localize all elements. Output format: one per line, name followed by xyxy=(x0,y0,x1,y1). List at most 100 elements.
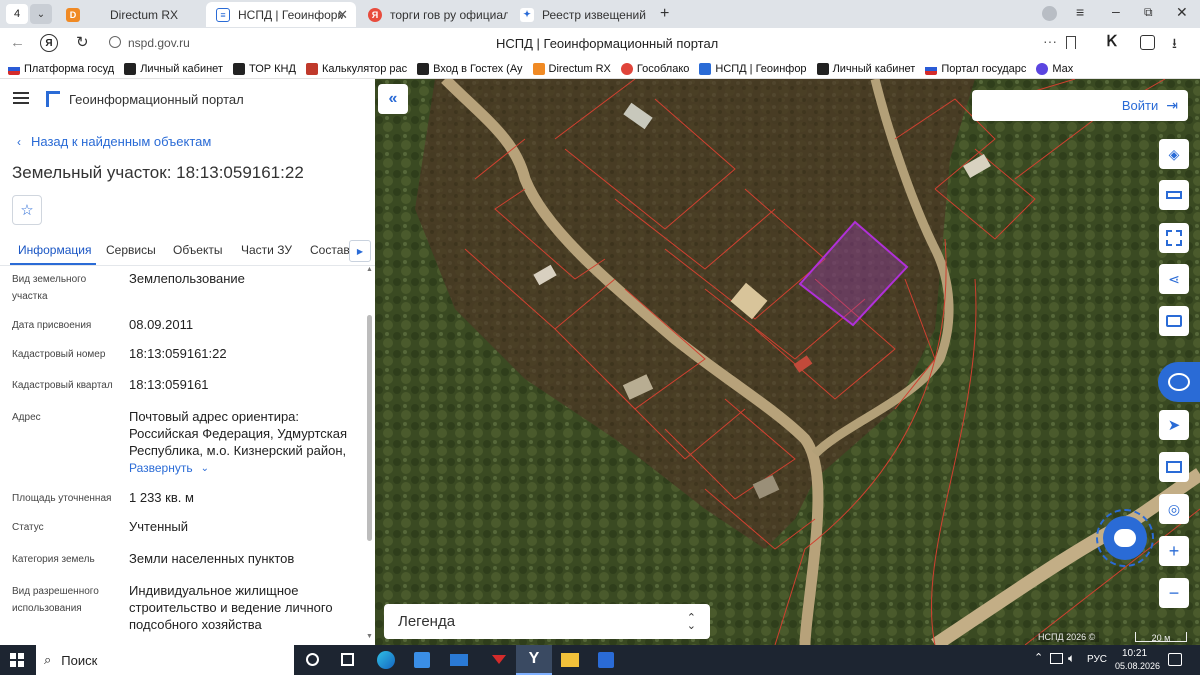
page-title: НСПД | Геоинформационный портал xyxy=(496,36,719,51)
chat-button[interactable] xyxy=(1096,509,1154,567)
print-button[interactable] xyxy=(1159,306,1189,336)
tab-composition[interactable]: Состав xyxy=(310,243,350,257)
scroll-up-arrow[interactable]: ▲ xyxy=(366,266,373,273)
tab-information[interactable]: Информация xyxy=(18,243,91,257)
tab-directum[interactable]: D Directum RX xyxy=(56,2,202,27)
yandex-browser-task[interactable]: Y xyxy=(516,645,552,675)
bookmark-item[interactable]: Directum RX xyxy=(532,62,611,75)
taskbar-search[interactable]: ⌕ Поиск xyxy=(36,645,294,675)
chevron-down-icon: ⌄ xyxy=(200,462,209,474)
clock-time[interactable]: 10:21 xyxy=(1122,648,1147,659)
more-icon[interactable]: ··· xyxy=(1043,33,1057,49)
bookmark-item[interactable]: Гособлако xyxy=(620,62,689,75)
zoom-in-button[interactable]: + xyxy=(1159,536,1189,566)
tab-torgi[interactable]: Я торги гов ру официальн xyxy=(358,2,508,27)
legend-dropdown[interactable]: Легенда ⌃ ⌄ xyxy=(384,604,710,639)
new-tab-icon[interactable]: + xyxy=(660,5,669,23)
explorer-icon[interactable] xyxy=(561,653,579,667)
edge-icon[interactable] xyxy=(377,651,395,669)
menu-icon[interactable]: ≡ xyxy=(1076,4,1084,20)
address-value: Почтовый адрес ориентира: Российская Фед… xyxy=(129,409,348,458)
clock-date[interactable]: 05.08.2026 xyxy=(1115,661,1160,671)
satellite-map[interactable] xyxy=(375,79,1200,645)
tab-nspd[interactable]: ≡ НСПД | Геоинформаци ✕ xyxy=(206,2,356,27)
scrollbar-thumb[interactable] xyxy=(367,315,372,541)
bookmark-item[interactable]: Личный кабинет xyxy=(816,62,915,75)
cortana-icon[interactable] xyxy=(306,653,319,666)
bookmark-item[interactable]: Платформа госуд xyxy=(8,62,114,75)
tray-chevron-icon[interactable]: ⌃ xyxy=(1034,651,1043,664)
reload-icon[interactable]: ↻ xyxy=(76,33,89,51)
tab-objects[interactable]: Объекты xyxy=(173,243,223,257)
bookmark-item[interactable]: Портал государс xyxy=(925,62,1026,75)
emblem-icon: ✦ xyxy=(520,7,534,22)
chevron-left-icon: ‹ xyxy=(17,134,21,149)
minimap-icon xyxy=(1166,461,1182,473)
bookmark-item[interactable]: Max xyxy=(1036,62,1073,75)
tab-reestr[interactable]: ✦ Реестр извещений xyxy=(510,2,650,27)
notifications-icon[interactable] xyxy=(1168,653,1182,666)
field-label: Площадь уточненная xyxy=(12,493,112,504)
bookmark-item[interactable]: Вход в Гостех (Ау xyxy=(417,62,523,75)
yandex-button-icon[interactable]: Я xyxy=(40,34,58,52)
scroll-down-arrow[interactable]: ▼ xyxy=(366,633,373,640)
hamburger-menu-icon[interactable] xyxy=(13,92,29,104)
volume-icon[interactable]: 🔈︎ xyxy=(1068,651,1075,666)
share-icon: ⋖ xyxy=(1168,270,1180,287)
close-tab-icon[interactable]: ✕ xyxy=(337,7,348,23)
mail-icon[interactable] xyxy=(450,654,468,666)
minus-icon: − xyxy=(1168,582,1180,603)
select-area-button[interactable] xyxy=(1159,223,1189,253)
network-icon[interactable] xyxy=(1050,653,1063,664)
close-window-icon[interactable]: ✕ xyxy=(1176,4,1188,21)
field-label: Кадастровый квартал xyxy=(12,380,113,391)
tab-list-chevron-icon[interactable]: ⌄ xyxy=(30,4,52,24)
expand-link[interactable]: Развернуть ⌄ xyxy=(129,461,209,475)
site-info-icon[interactable] xyxy=(109,36,121,48)
store-icon[interactable] xyxy=(414,652,430,668)
login-icon: ⇥ xyxy=(1166,97,1178,113)
chat-icon xyxy=(1114,529,1136,547)
url-field[interactable]: nspd.gov.ru xyxy=(128,36,190,50)
shield-icon xyxy=(816,62,829,75)
extension-icon[interactable]: Ꮶ xyxy=(1107,33,1117,50)
collapse-panel-button[interactable]: « xyxy=(378,84,408,114)
restore-icon[interactable]: ⧉ xyxy=(1144,5,1153,20)
locate-button[interactable]: ➤ xyxy=(1159,410,1189,440)
tab-count-button[interactable]: 4 xyxy=(6,4,28,24)
task-view-icon[interactable] xyxy=(341,653,354,666)
field-label: Адрес xyxy=(12,412,41,423)
share-button[interactable]: ⋖ xyxy=(1159,264,1189,294)
app-arrow-icon[interactable] xyxy=(492,655,506,664)
tab-parts[interactable]: Части ЗУ xyxy=(241,243,292,257)
bookmarks-bar: Платформа госуд Личный кабинет ТОР КНД К… xyxy=(0,59,1200,79)
windows-start-icon[interactable] xyxy=(10,653,24,667)
collections-icon[interactable] xyxy=(1140,35,1155,50)
bookmark-item[interactable]: ТОР КНД xyxy=(232,62,296,75)
language-indicator[interactable]: РУС xyxy=(1087,654,1107,665)
scale-label: 20 м xyxy=(1151,633,1171,643)
layers-icon: ◈ xyxy=(1168,145,1180,162)
geolocation-button[interactable]: ◎ xyxy=(1159,494,1189,524)
map-assistant-icon xyxy=(1168,373,1190,391)
zoom-out-button[interactable]: − xyxy=(1159,578,1189,608)
downloads-icon[interactable]: ⭳ xyxy=(1172,33,1177,57)
layers-button[interactable]: ◈ xyxy=(1159,139,1189,169)
back-link[interactable]: ‹ Назад к найденным объектам xyxy=(17,134,211,149)
bookmark-item[interactable]: НСПД | Геоинфор xyxy=(699,62,807,75)
map-view[interactable] xyxy=(375,79,1200,645)
minimize-icon[interactable]: – xyxy=(1112,3,1120,19)
bookmark-icon[interactable] xyxy=(1066,36,1076,49)
minimap-button[interactable] xyxy=(1159,452,1189,482)
measure-button[interactable] xyxy=(1159,180,1189,210)
map-assistant-button[interactable] xyxy=(1158,362,1200,402)
tabs-scroll-right-button[interactable]: ▶ xyxy=(349,240,371,262)
login-button[interactable]: Войти ⇥ xyxy=(972,90,1188,121)
favorite-button[interactable]: ☆ xyxy=(12,195,42,225)
profile-icon[interactable] xyxy=(1042,6,1057,21)
back-icon[interactable]: ← xyxy=(10,34,25,51)
bookmark-item[interactable]: Личный кабинет xyxy=(124,62,223,75)
bookmark-item[interactable]: Калькулятор рас xyxy=(305,62,407,75)
document-app-icon[interactable] xyxy=(598,652,614,668)
tab-services[interactable]: Сервисы xyxy=(106,243,156,257)
